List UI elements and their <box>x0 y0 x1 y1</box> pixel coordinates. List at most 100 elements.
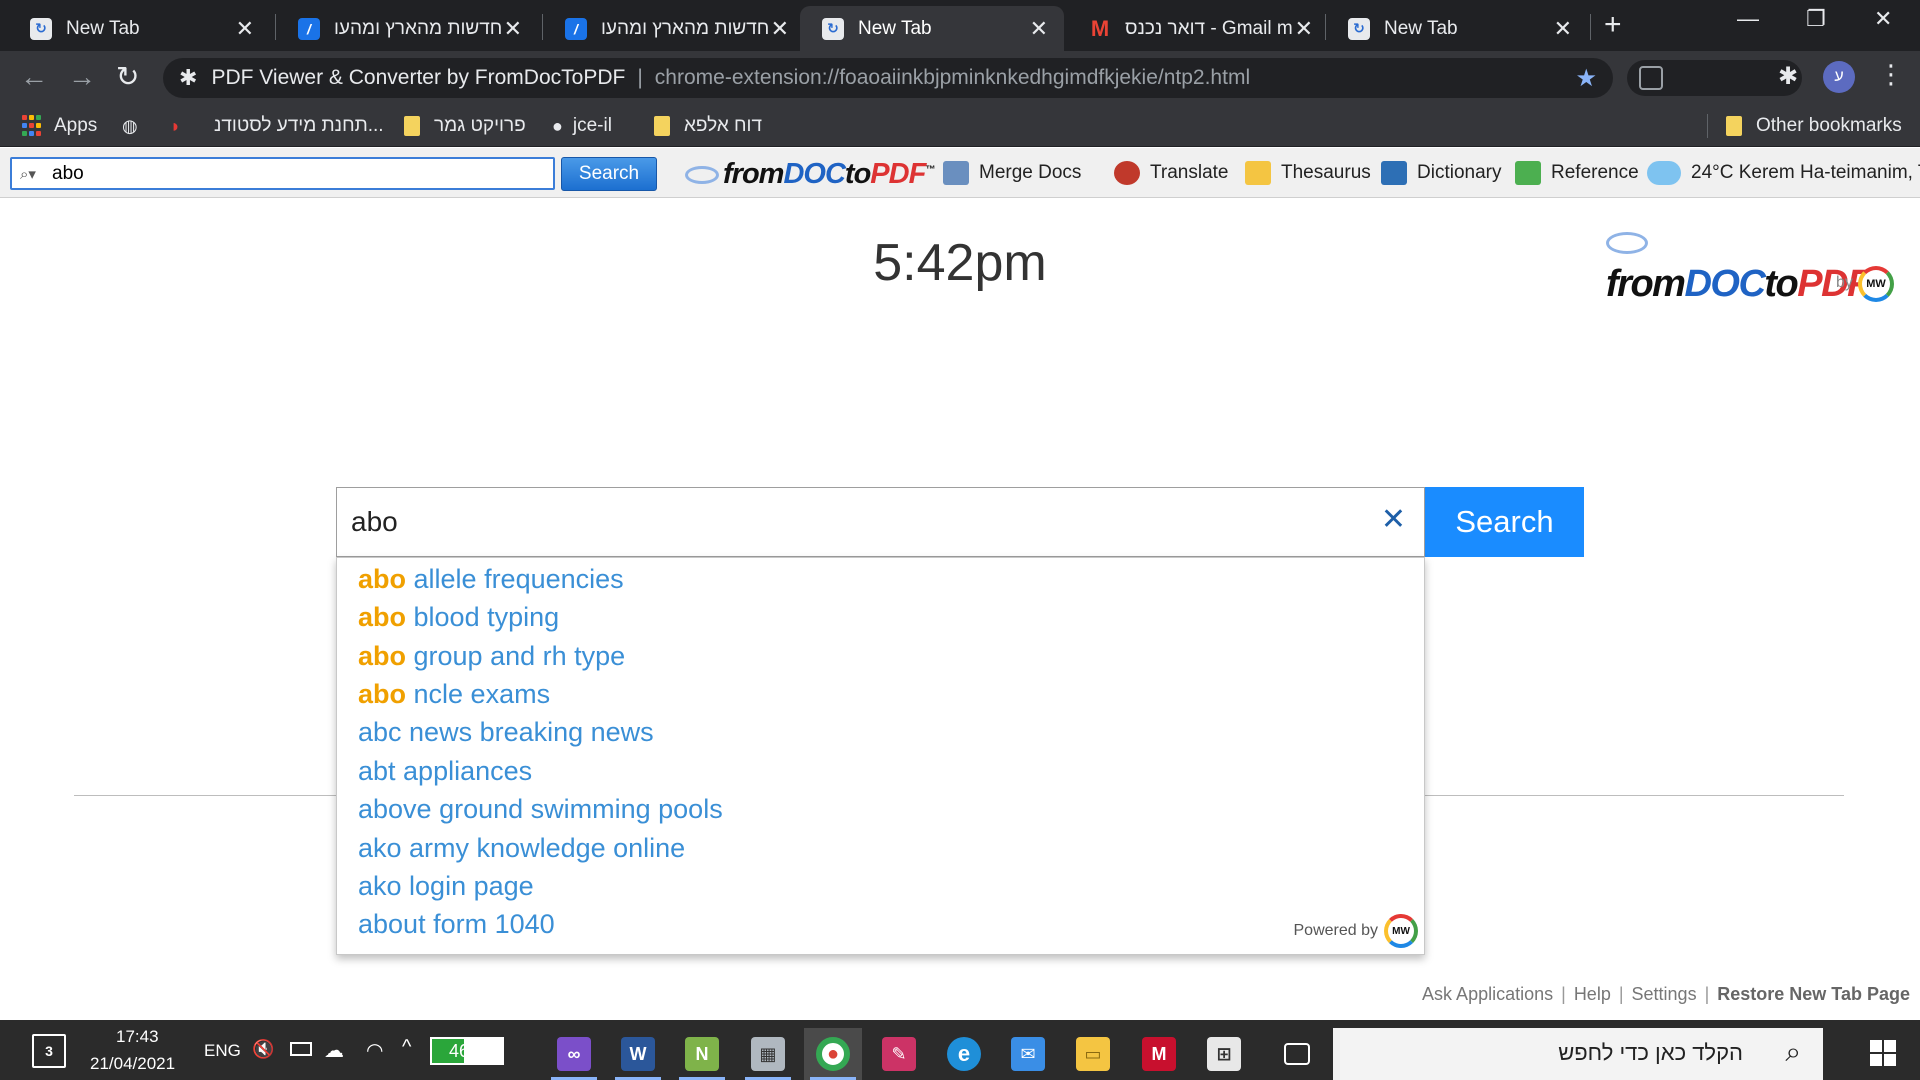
tab-close-icon[interactable]: ✕ <box>1554 16 1572 42</box>
forward-arrow-icon[interactable]: → <box>68 62 96 92</box>
settings-link[interactable]: Settings <box>1632 984 1697 1004</box>
bookmark-apps[interactable]: Apps <box>22 114 97 138</box>
globe-icon: ◍ <box>122 115 138 136</box>
mindspark-mw-logo-icon: MW <box>1384 914 1418 948</box>
taskbar-edge[interactable]: e <box>935 1028 993 1080</box>
taskbar-paint-app[interactable]: ✎ <box>870 1028 928 1080</box>
toolbar-search-button[interactable]: Search <box>561 157 657 191</box>
gmail-favicon-icon: M <box>1090 15 1110 41</box>
other-bookmarks-label: Other bookmarks <box>1756 115 1902 136</box>
taskbar-chrome[interactable]: ● <box>804 1028 862 1080</box>
reload-icon[interactable]: ↻ <box>116 62 139 92</box>
window-close-icon[interactable]: ✕ <box>1874 6 1892 32</box>
toolbar-reference[interactable]: Reference <box>1515 161 1639 185</box>
taskbar-word[interactable]: W <box>609 1028 667 1080</box>
toolbar-search-input[interactable] <box>52 162 532 185</box>
extensions-puzzle-icon[interactable]: ✱ <box>1778 62 1798 91</box>
bookmark-star-icon[interactable]: ★ <box>1575 64 1597 93</box>
wifi-icon[interactable]: ◠ <box>366 1038 383 1063</box>
tab-close-icon[interactable]: ✕ <box>1030 16 1048 42</box>
tab-news-1[interactable]: / חדשות מהארץ ומהעו ✕ <box>276 6 538 51</box>
extension-icon[interactable] <box>1639 66 1663 90</box>
suggestion-item[interactable]: abo ncle exams <box>358 679 550 710</box>
suggestion-item[interactable]: abc news breaking news <box>358 717 654 748</box>
bookmark-student-info[interactable]: תחנת מידע לסטודנ... <box>214 114 384 138</box>
tab-new-tab-1[interactable]: ↻ New Tab ✕ <box>8 6 270 51</box>
toolbar-merge-docs[interactable]: Merge Docs <box>943 161 1081 185</box>
suggestion-item[interactable]: abo allele frequencies <box>358 564 624 595</box>
suggestion-item[interactable]: abo group and rh type <box>358 641 625 672</box>
bookmark-globe[interactable]: ◍ <box>122 114 148 138</box>
tab-close-icon[interactable]: ✕ <box>504 16 522 42</box>
battery-meter[interactable]: 46% <box>430 1037 504 1065</box>
notepad-plus-icon: N <box>685 1037 719 1071</box>
battery-status-icon[interactable] <box>290 1042 312 1056</box>
tab-new-tab-active[interactable]: ↻ New Tab ✕ <box>800 6 1064 51</box>
bookmark-alpha-report[interactable]: דוח אלפא <box>654 114 762 138</box>
back-arrow-icon[interactable]: ← <box>20 62 48 92</box>
bookmark-final-project[interactable]: פרויקט גמר <box>404 114 526 138</box>
address-separator: | <box>637 66 643 89</box>
toolbar-dictionary[interactable]: Dictionary <box>1381 161 1501 185</box>
taskbar-file-explorer[interactable]: ▭ <box>1064 1028 1122 1080</box>
suggestion-item[interactable]: about form 1040 <box>358 909 555 940</box>
bookmark-label: תחנת מידע לסטודנ... <box>214 115 384 136</box>
toolbar-weather[interactable]: 24°C Kerem Ha-teimanim, T <box>1647 161 1920 185</box>
address-bar[interactable]: ✱ PDF Viewer & Converter by FromDocToPDF… <box>163 58 1613 98</box>
main-search-input[interactable] <box>351 506 1331 538</box>
tab-close-icon[interactable]: ✕ <box>771 16 789 42</box>
help-link[interactable]: Help <box>1574 984 1611 1004</box>
windows-start-icon[interactable] <box>1870 1040 1896 1066</box>
input-language[interactable]: ENG <box>204 1041 241 1061</box>
taskbar-time[interactable]: 17:43 <box>116 1027 159 1047</box>
taskbar-network-app[interactable]: ▦ <box>739 1028 797 1080</box>
bookmark-label: jce-il <box>572 115 612 136</box>
other-bookmarks[interactable]: Other bookmarks <box>1726 114 1902 138</box>
toolbar-thesaurus[interactable]: Thesaurus <box>1245 161 1371 185</box>
taskbar-date[interactable]: 21/04/2021 <box>90 1054 175 1074</box>
show-hidden-icons-chevron-icon[interactable]: ^ <box>402 1036 411 1059</box>
volume-mute-icon[interactable]: 🔇 <box>252 1039 274 1060</box>
search-engine-dropdown-icon[interactable]: ⌕▾ <box>12 165 52 183</box>
action-center-icon[interactable]: 3 <box>32 1034 66 1068</box>
battery-percent: 46% <box>448 1041 486 1061</box>
tab-new-tab-2[interactable]: ↻ New Tab ✕ <box>1326 6 1588 51</box>
taskbar-mail[interactable]: ✉ <box>999 1028 1057 1080</box>
restore-new-tab-link[interactable]: Restore New Tab Page <box>1717 984 1910 1004</box>
clear-search-icon[interactable]: ✕ <box>1381 502 1406 537</box>
tab-close-icon[interactable]: ✕ <box>1295 16 1313 42</box>
suggestion-item[interactable]: abo blood typing <box>358 602 559 633</box>
main-search-button[interactable]: Search <box>1425 487 1584 557</box>
tab-gmail[interactable]: M דואר נכנס - Gmail ‎m ✕ <box>1067 6 1329 51</box>
tab-news-2[interactable]: / חדשות מהארץ ומהעו ✕ <box>543 6 805 51</box>
bookmark-lips[interactable]: ◗ <box>170 114 191 138</box>
chrome-menu-icon[interactable]: ⋮ <box>1878 59 1904 90</box>
paint-app-icon: ✎ <box>882 1037 916 1071</box>
bookmark-jce-il[interactable]: ● jce-il <box>552 114 612 138</box>
suggestion-item[interactable]: ako army knowledge online <box>358 833 685 864</box>
news-favicon-icon: / <box>565 17 587 40</box>
restore-icon[interactable]: ❐ <box>1806 6 1826 32</box>
ask-applications-link[interactable]: Ask Applications <box>1422 984 1553 1004</box>
task-view-button[interactable] <box>1268 1028 1326 1080</box>
taskbar-store[interactable]: ⊞ <box>1195 1028 1253 1080</box>
windows-search-placeholder: הקלד כאן כדי לחפש <box>1558 1040 1743 1065</box>
taskbar-mcafee[interactable]: M <box>1130 1028 1188 1080</box>
tab-title: New Tab <box>858 17 932 39</box>
notification-count: 3 <box>45 1043 53 1059</box>
fromdoctopdf-toolbar-logo[interactable]: fromDOCtoPDF™ <box>685 158 935 191</box>
onedrive-error-icon[interactable]: ☁ <box>324 1038 344 1063</box>
address-url: chrome-extension://foaoaiinkbjpminknkedh… <box>654 66 1251 89</box>
windows-search-box[interactable]: הקלד כאן כדי לחפש ⌕ <box>1333 1028 1823 1080</box>
suggestion-item[interactable]: abt appliances <box>358 756 532 787</box>
new-tab-plus-icon[interactable]: + <box>1604 8 1622 42</box>
fromdoctopdf-favicon-icon: ↻ <box>30 17 52 40</box>
taskbar-visual-studio[interactable]: ∞ <box>545 1028 603 1080</box>
suggestion-item[interactable]: ako login page <box>358 871 534 902</box>
taskbar-notepad-plus[interactable]: N <box>673 1028 731 1080</box>
suggestion-item[interactable]: above ground swimming pools <box>358 794 723 825</box>
tab-close-icon[interactable]: ✕ <box>236 16 254 42</box>
toolbar-translate[interactable]: Translate <box>1114 161 1229 185</box>
profile-avatar[interactable]: ע <box>1823 61 1855 93</box>
minimize-icon[interactable]: — <box>1737 6 1759 32</box>
